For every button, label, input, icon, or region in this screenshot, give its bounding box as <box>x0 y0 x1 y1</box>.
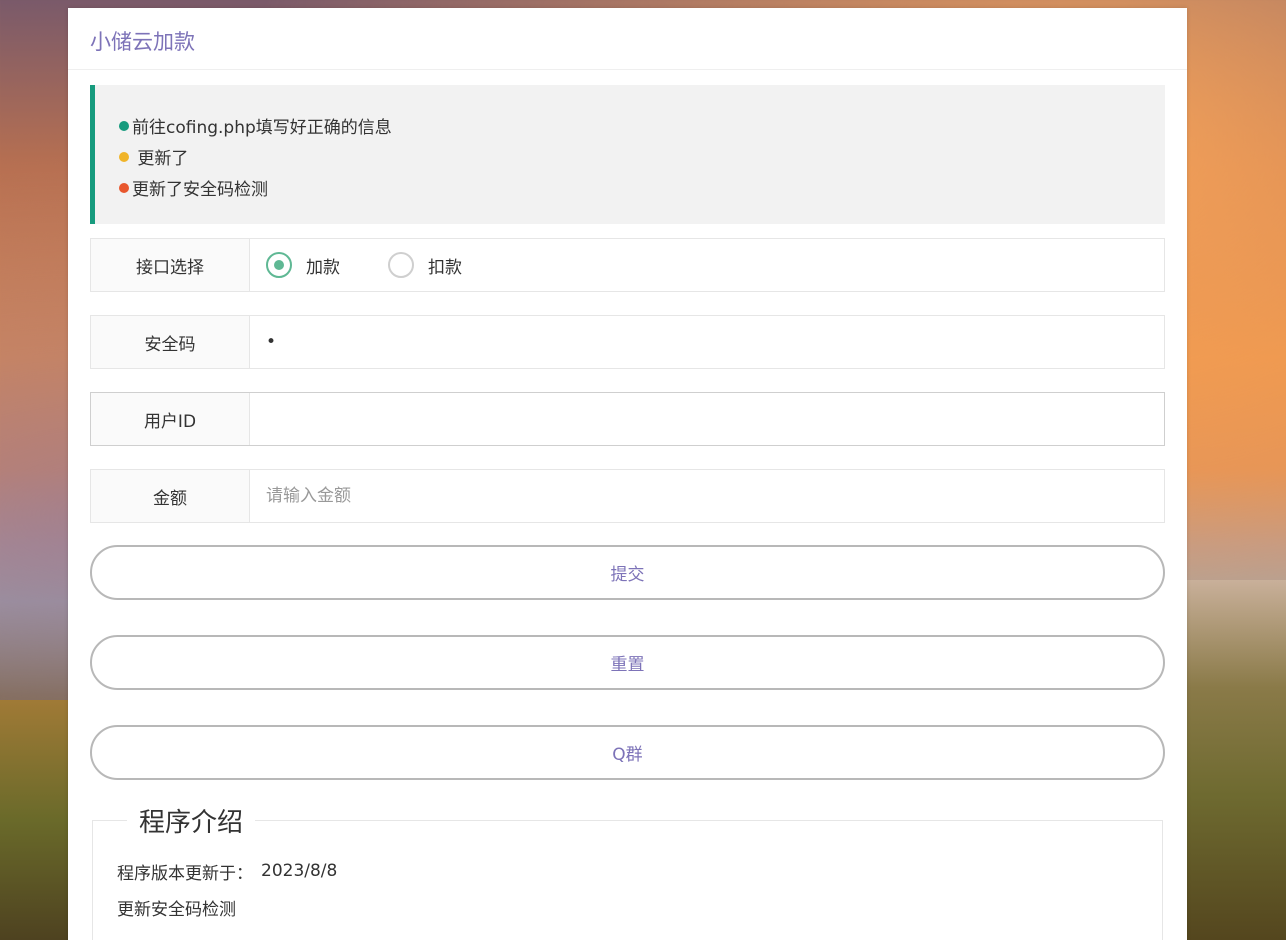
notice-box: 前往cofing.php填写好正确的信息 更新了 更新了安全码检测 <box>90 85 1165 224</box>
notice-item: 更新了安全码检测 <box>119 172 1165 203</box>
notice-item: 更新了 <box>119 141 1165 172</box>
green-dot-icon <box>119 120 129 131</box>
qq-group-button[interactable]: Q群 <box>90 725 1165 780</box>
radio-unchecked-icon[interactable] <box>388 252 414 278</box>
reset-button[interactable]: 重置 <box>90 635 1165 690</box>
radio-checked-icon[interactable] <box>266 252 292 278</box>
background-left-hill <box>0 700 70 940</box>
interface-radio-group: 加款 扣款 <box>250 239 1164 291</box>
radio-deduct-funds[interactable]: 扣款 <box>388 252 462 278</box>
card-header: 小储云加款 <box>68 8 1187 70</box>
notice-text: 前往cofing.php填写好正确的信息 <box>132 118 392 138</box>
user-id-label: 用户ID <box>91 393 250 445</box>
background-hill <box>1180 580 1286 940</box>
version-line: 程序版本更新于： 2023/8/8 <box>117 853 337 889</box>
update-note: 更新安全码检测 <box>117 899 236 920</box>
security-code-field <box>250 316 1164 368</box>
amount-field <box>250 470 1164 522</box>
amount-row: 金额 <box>90 469 1165 523</box>
security-code-row: 安全码 <box>90 315 1165 369</box>
amount-input[interactable] <box>266 470 1164 522</box>
page-title: 小储云加款 <box>90 30 195 54</box>
radio-deduct-funds-label: 扣款 <box>428 257 462 278</box>
radio-add-funds[interactable]: 加款 <box>266 252 340 278</box>
version-date: 2023/8/8 <box>261 861 338 881</box>
yellow-dot-icon <box>119 151 129 162</box>
update-note-line: 更新安全码检测 <box>117 889 337 925</box>
version-label: 程序版本更新于： <box>117 863 253 884</box>
radio-add-funds-label: 加款 <box>306 257 340 278</box>
submit-button[interactable]: 提交 <box>90 545 1165 600</box>
red-dot-icon <box>119 182 129 193</box>
interface-row: 接口选择 加款 扣款 <box>90 238 1165 292</box>
security-code-label: 安全码 <box>91 316 250 368</box>
user-id-input[interactable] <box>266 393 1164 445</box>
main-card: 小储云加款 前往cofing.php填写好正确的信息 更新了 更新了安全码检测 … <box>68 8 1187 940</box>
notice-text: 更新了 <box>132 149 189 169</box>
intro-fieldset: 程序介绍 程序版本更新于： 2023/8/8 更新安全码检测 <box>92 802 1163 940</box>
notice-item: 前往cofing.php填写好正确的信息 <box>119 110 1165 141</box>
user-id-row: 用户ID <box>90 392 1165 446</box>
interface-label: 接口选择 <box>91 239 250 291</box>
notice-text: 更新了安全码检测 <box>132 180 268 200</box>
intro-legend: 程序介绍 <box>127 802 256 839</box>
user-id-field <box>250 393 1164 445</box>
amount-label: 金额 <box>91 470 250 522</box>
security-code-input[interactable] <box>266 316 1164 368</box>
intro-body: 程序版本更新于： 2023/8/8 更新安全码检测 <box>117 853 337 925</box>
